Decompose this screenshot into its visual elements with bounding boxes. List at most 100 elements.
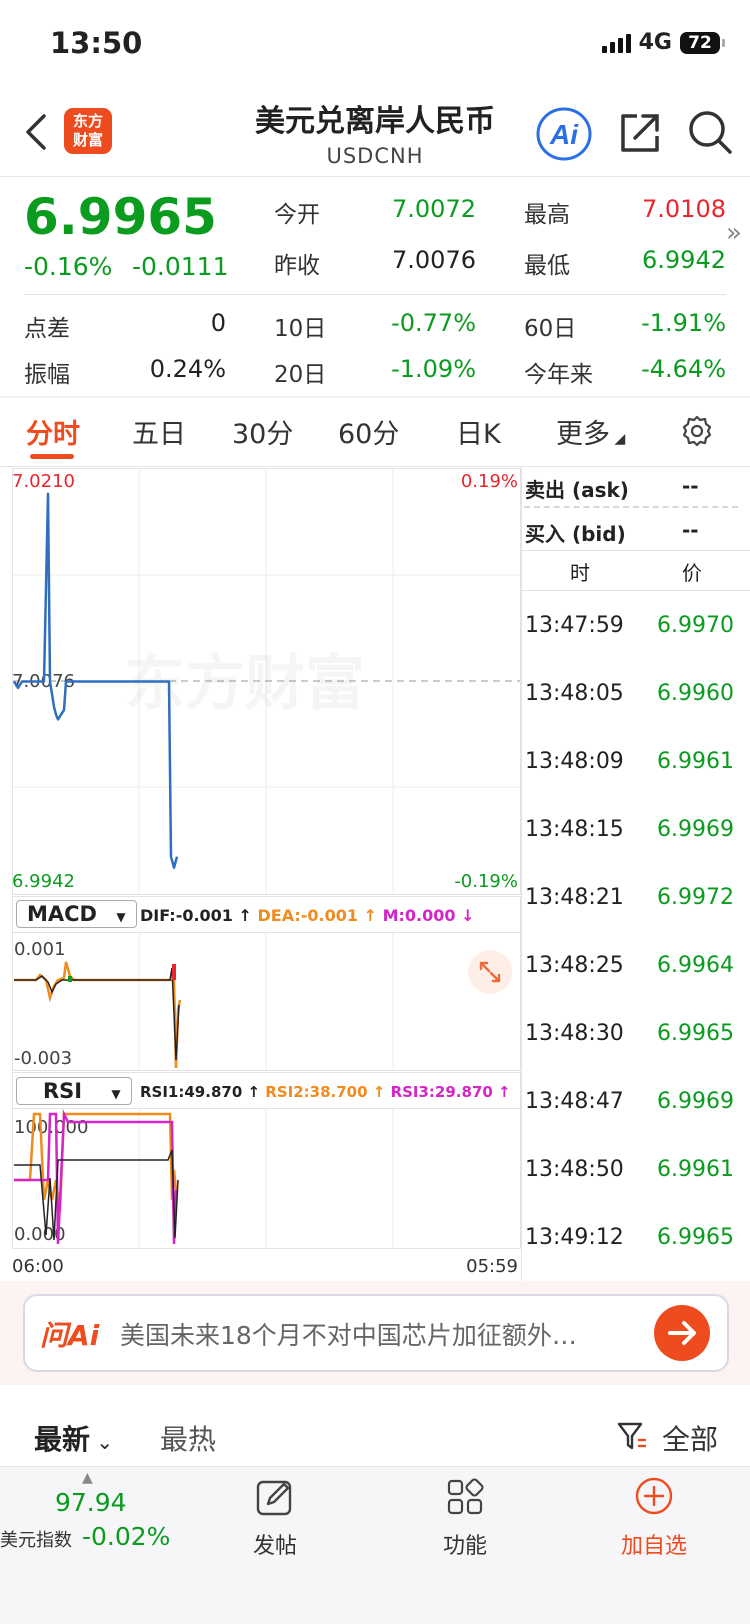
change-percent: -0.16%: [24, 252, 113, 281]
tab-more[interactable]: 更多 ◢: [556, 412, 625, 451]
divider: [522, 550, 750, 551]
low-value: 6.9942: [642, 246, 726, 274]
tab-60min[interactable]: 60分: [338, 412, 399, 451]
down-arrow-icon: ↓: [455, 906, 475, 925]
macd-bottom-label: -0.003: [14, 1048, 72, 1069]
d20-value: -1.09%: [391, 355, 476, 383]
ask-ai-prompt[interactable]: 美国未来18个月不对中国芯片加征额外…: [120, 1316, 630, 1352]
gear-icon[interactable]: [680, 414, 714, 448]
tick-time: 13:48:15: [525, 817, 624, 842]
dollar-index-value[interactable]: 97.94: [55, 1488, 127, 1517]
caret-down-icon: ◢: [610, 431, 626, 447]
intraday-chart[interactable]: 东方财富 7.0210 0.19% 7.0076 6.9942 -0.19% 0…: [0, 465, 522, 1285]
x-axis-start-label: 06:00: [12, 1256, 64, 1277]
y-axis-bottom-label: 6.9942: [12, 871, 75, 892]
ask-label: 卖出 (ask): [525, 478, 629, 502]
filter-all[interactable]: 全部: [662, 1418, 718, 1458]
features-label[interactable]: 功能: [425, 1528, 505, 1560]
dollar-index-change[interactable]: -0.02%: [82, 1522, 170, 1551]
tick-price: 6.9972: [657, 885, 734, 910]
rsi3-value: RSI3:29.870: [390, 1083, 493, 1101]
tick-time: 13:48:05: [525, 681, 624, 706]
feed-tab-latest-label: 最新: [34, 1423, 91, 1456]
plus-circle-icon: [635, 1477, 673, 1515]
ask-ai-logo: 问Ai: [40, 1319, 100, 1352]
dollar-index-name[interactable]: 美元指数: [0, 1526, 72, 1552]
tick-price: 6.9964: [657, 953, 734, 978]
tab-more-label: 更多: [556, 419, 610, 450]
expand-chevron-icon[interactable]: »: [726, 218, 742, 248]
open-value: 7.0072: [392, 195, 476, 223]
tick-price: 6.9969: [657, 817, 734, 842]
fullscreen-button[interactable]: [468, 950, 512, 994]
rsi2-value: RSI2:38.700: [265, 1083, 368, 1101]
features-button[interactable]: [446, 1478, 484, 1516]
ask-ai-go-button[interactable]: [654, 1305, 710, 1361]
tick-price: 6.9965: [657, 1225, 734, 1250]
bid-value: --: [682, 518, 699, 542]
ai-icon-label: Ai: [549, 119, 579, 150]
ytd-value: -4.64%: [641, 355, 726, 383]
add-watchlist-button[interactable]: [634, 1476, 674, 1516]
spread-value: 0: [210, 309, 226, 337]
network-type: 4G: [638, 30, 672, 55]
prev-close-label: 昨收: [274, 253, 320, 279]
post-button[interactable]: [256, 1478, 294, 1516]
signal-icon: [601, 33, 631, 53]
divider: [0, 176, 750, 177]
tick-price: 6.9960: [657, 681, 734, 706]
macd-indicator-select[interactable]: MACD ▼: [16, 900, 137, 928]
rsi-indicator-select[interactable]: RSI ▼: [16, 1077, 132, 1105]
share-icon[interactable]: [617, 110, 663, 156]
divider: [0, 396, 750, 398]
last-price: 6.9965: [24, 188, 217, 246]
ai-assistant-button[interactable]: Ai: [534, 106, 594, 162]
rsi-values: RSI1:49.870 ↑ RSI2:38.700 ↑ RSI3:29.870 …: [140, 1083, 520, 1101]
divider: [24, 294, 726, 295]
prev-close-value: 7.0076: [392, 246, 476, 274]
macd-bar-positive: [172, 964, 176, 980]
tab-five-day[interactable]: 五日: [132, 412, 186, 451]
post-label[interactable]: 发帖: [235, 1528, 315, 1560]
up-arrow-icon: ↑: [367, 1083, 391, 1101]
low-label: 最低: [524, 253, 570, 279]
macd-top-label: 0.001: [14, 939, 66, 960]
macd-m-value: M:0.000: [382, 906, 456, 925]
tick-price: 6.9965: [657, 1021, 734, 1046]
tab-intraday[interactable]: 分时: [26, 412, 80, 451]
macd-indicator-name: MACD: [27, 902, 97, 926]
col-time-header: 时: [570, 561, 590, 585]
add-watchlist-label[interactable]: 加自选: [604, 1528, 704, 1560]
x-axis-end-label: 05:59: [466, 1256, 518, 1277]
feed-tab-latest[interactable]: 最新 ⌄: [34, 1418, 113, 1458]
feed-tab-hot[interactable]: 最热: [160, 1418, 216, 1458]
high-value: 7.0108: [642, 195, 726, 223]
caret-down-icon: ▼: [111, 1087, 121, 1101]
d10-value: -0.77%: [391, 309, 476, 337]
ai-icon: Ai: [536, 107, 592, 161]
pct-axis-top-label: 0.19%: [461, 471, 518, 492]
tick-time: 13:48:21: [525, 885, 624, 910]
watermark: 东方财富: [125, 649, 365, 719]
expand-icon: [479, 961, 501, 983]
arrow-right-icon: [668, 1321, 696, 1345]
search-icon[interactable]: [686, 108, 734, 156]
up-arrow-icon: ↑: [358, 906, 383, 925]
tab-active-indicator: [30, 454, 74, 459]
open-label: 今开: [274, 202, 320, 228]
rsi-indicator-name: RSI: [43, 1079, 83, 1103]
rsi-top-label: 100.000: [14, 1117, 88, 1138]
macd-values: DIF:-0.001 ↑ DEA:-0.001 ↑ M:0.000 ↓: [140, 906, 520, 925]
filter-icon[interactable]: [616, 1420, 650, 1452]
edit-icon: [256, 1480, 292, 1516]
change-amount: -0.0111: [132, 252, 229, 281]
macd-dif-line: [14, 967, 180, 1061]
d60-value: -1.91%: [641, 309, 726, 337]
tab-30min[interactable]: 30分: [232, 412, 293, 451]
macd-dea-value: DEA:-0.001: [257, 906, 359, 925]
col-price-header: 价: [682, 561, 702, 585]
tick-price: 6.9961: [657, 749, 734, 774]
tab-daily-k[interactable]: 日K: [456, 412, 501, 451]
rsi1-value: RSI1:49.870: [140, 1083, 243, 1101]
spread-label: 点差: [24, 316, 70, 342]
